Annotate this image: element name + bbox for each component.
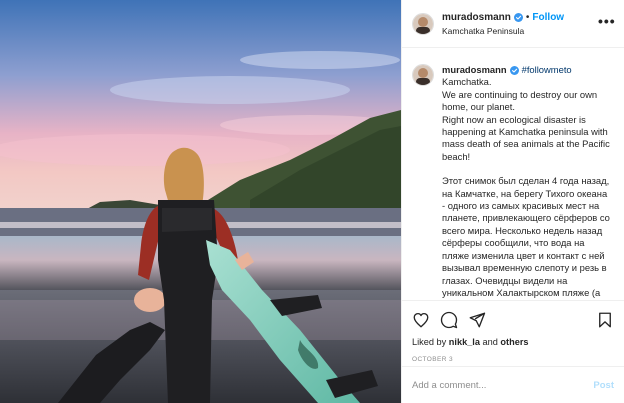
caption-head: muradosmann #followmeto — [442, 64, 612, 76]
instagram-post: muradosmann • Follow Kamchatka Peninsula… — [0, 0, 624, 403]
header-username[interactable]: muradosmann — [442, 12, 511, 23]
comment-input[interactable] — [412, 379, 594, 391]
caption-avatar[interactable] — [412, 64, 434, 86]
caption-username[interactable]: muradosmann — [442, 64, 507, 76]
verified-badge-icon — [513, 12, 523, 22]
kamchatka-surfer-photo — [0, 0, 401, 403]
verified-badge-icon — [509, 65, 519, 75]
caption-avatar-image — [413, 65, 433, 85]
caption-body: muradosmann #followmeto Kamchatka. We ar… — [442, 64, 612, 300]
liked-by-prefix: Liked by — [412, 337, 447, 347]
more-options-button[interactable]: ••• — [598, 13, 615, 29]
caption-russian: Этот снимок был сделан 4 года назад, на … — [442, 175, 610, 300]
header-line: muradosmann • Follow — [442, 12, 598, 23]
liked-by-others[interactable]: others — [500, 337, 528, 347]
likes-summary: Liked by nikk_la and others — [412, 337, 614, 347]
caption-line-3: Right now an ecological disaster is happ… — [442, 113, 610, 162]
action-bar: Liked by nikk_la and others OCTOBER 3 — [402, 300, 624, 363]
avatar-image — [413, 13, 433, 34]
post-sidebar: muradosmann • Follow Kamchatka Peninsula… — [401, 0, 624, 403]
share-icon[interactable] — [468, 311, 486, 329]
header-text: muradosmann • Follow Kamchatka Peninsula — [442, 12, 598, 36]
caption-row: muradosmann #followmeto Kamchatka. We ar… — [412, 64, 612, 300]
caption-line-2: We are continuing to destroy our own hom… — [442, 88, 598, 113]
caption-comment: muradosmann #followmeto Kamchatka. We ar… — [402, 48, 624, 300]
liked-by-and: and — [482, 337, 498, 347]
liked-by-user[interactable]: nikk_la — [449, 337, 480, 347]
location-link[interactable]: Kamchatka Peninsula — [442, 26, 598, 36]
action-icons — [412, 309, 614, 331]
hashtag-link[interactable]: #followmeto — [522, 64, 572, 76]
post-date[interactable]: OCTOBER 3 — [412, 356, 614, 363]
post-header: muradosmann • Follow Kamchatka Peninsula… — [402, 0, 624, 48]
post-photo[interactable] — [0, 0, 401, 403]
heart-icon[interactable] — [412, 311, 430, 329]
comment-icon[interactable] — [440, 311, 458, 329]
comment-bar: Post — [402, 366, 624, 403]
caption-line-1: Kamchatka. — [442, 76, 492, 88]
follow-button[interactable]: Follow — [532, 12, 564, 23]
caption-gap — [442, 163, 612, 175]
separator-dot: • — [525, 11, 530, 23]
post-comment-button[interactable]: Post — [593, 380, 614, 391]
bookmark-icon[interactable] — [596, 311, 614, 329]
avatar[interactable] — [412, 12, 434, 35]
